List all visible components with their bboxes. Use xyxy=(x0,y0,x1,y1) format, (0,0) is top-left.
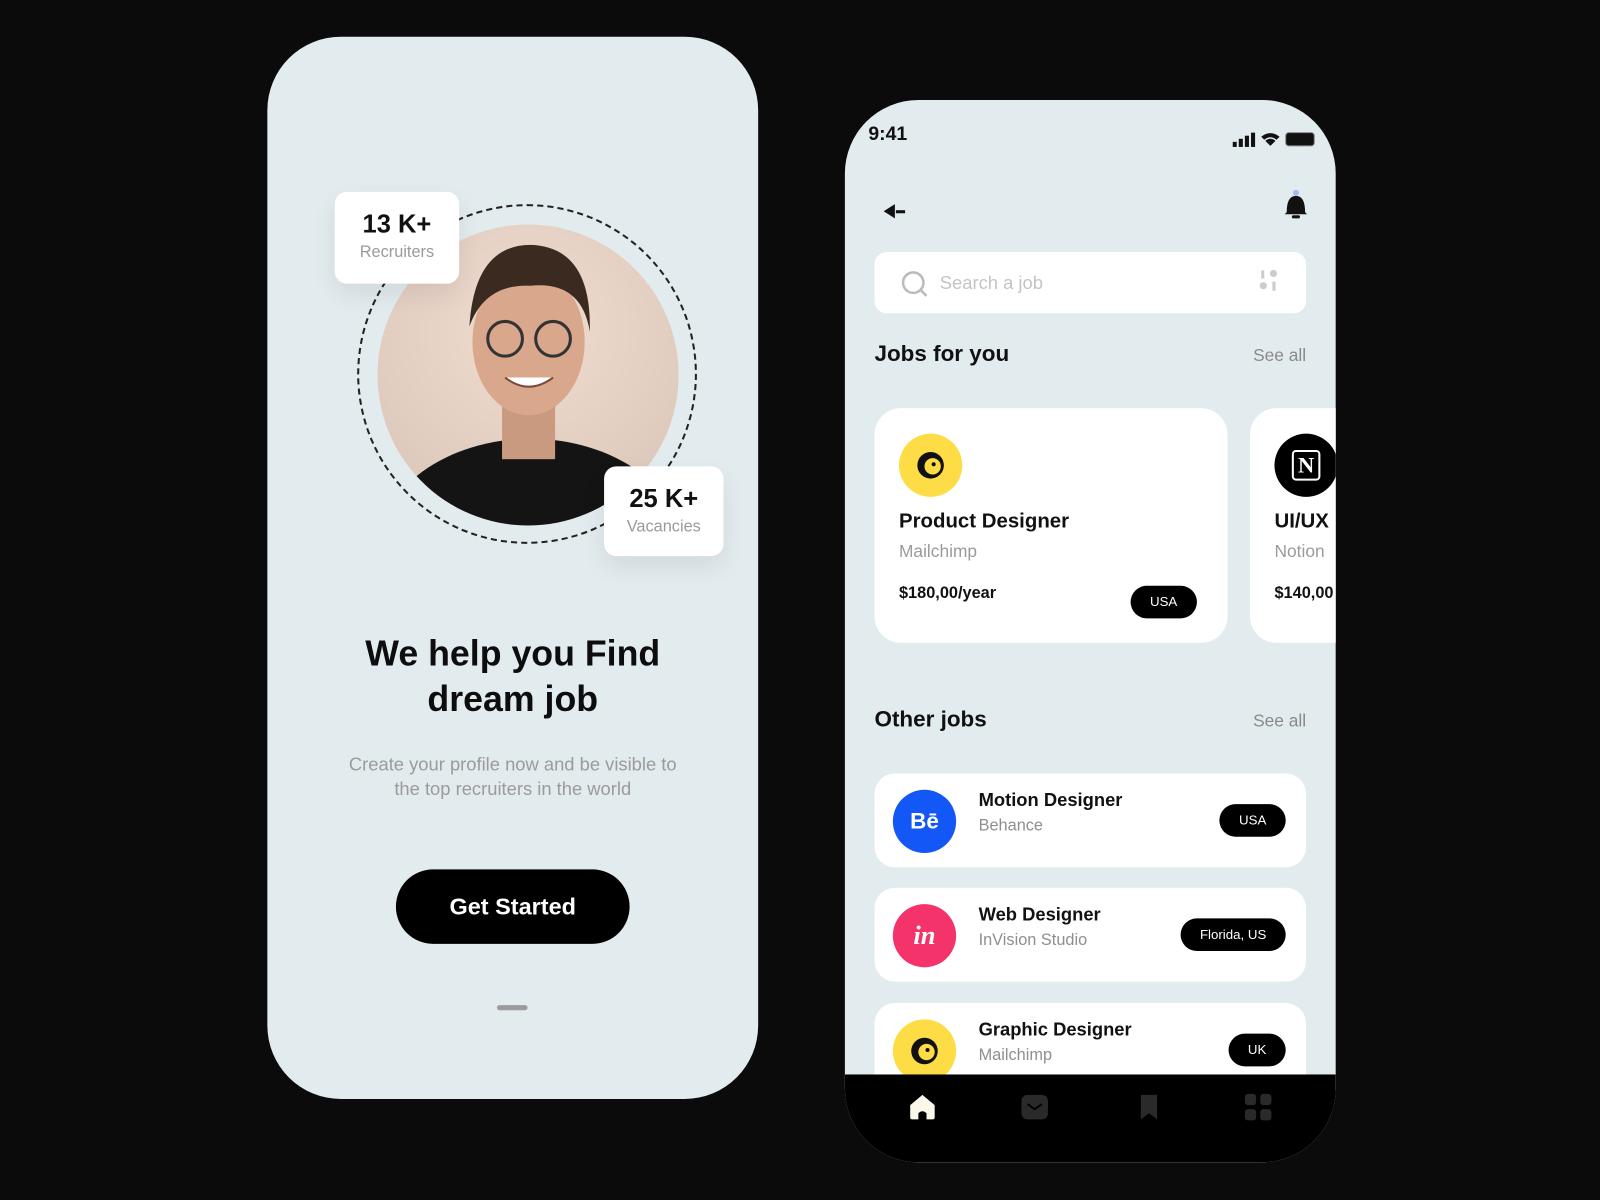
stat-value: 13 K+ xyxy=(362,210,432,239)
location-tag: USA xyxy=(1130,585,1197,619)
see-all-link[interactable]: See all xyxy=(1253,711,1306,731)
company-name: Mailchimp xyxy=(898,541,978,562)
home-icon[interactable] xyxy=(908,1093,937,1122)
job-list-item[interactable]: in Web Designer InVision Studio Florida,… xyxy=(874,887,1307,982)
notion-logo-icon: N xyxy=(1274,433,1336,497)
home-screen: 9:41 Jobs for you See all Product Design… xyxy=(844,99,1336,1163)
stat-value: 25 K+ xyxy=(629,484,699,514)
onboarding-screen: 13 K+ Recruiters 25 K+ Vacancies We help… xyxy=(267,36,759,1099)
job-card[interactable]: N UI/UX Notion $140,00 xyxy=(1249,408,1336,643)
filter-icon[interactable] xyxy=(1258,269,1280,293)
job-list-item[interactable]: Bē Motion Designer Behance USA xyxy=(874,773,1307,868)
subtitle: Create your profile now and be visible t… xyxy=(348,754,677,799)
behance-logo-icon: Bē xyxy=(892,789,957,854)
search-icon xyxy=(901,271,928,297)
section-title: Jobs for you xyxy=(874,340,1010,367)
company-name: InVision Studio xyxy=(978,931,1088,949)
recruiters-stat: 13 K+ Recruiters xyxy=(334,191,460,284)
stat-label: Recruiters xyxy=(359,243,435,262)
get-started-button[interactable]: Get Started xyxy=(395,869,630,944)
salary: $180,00/year xyxy=(898,584,997,603)
search-input[interactable] xyxy=(939,252,1246,314)
company-name: Notion xyxy=(1274,541,1325,562)
company-name: Mailchimp xyxy=(978,1046,1053,1065)
status-icons xyxy=(1232,132,1315,147)
job-title: Motion Designer xyxy=(978,789,1123,811)
section-title: Other jobs xyxy=(874,706,987,732)
stat-label: Vacancies xyxy=(626,518,701,536)
company-name: Behance xyxy=(978,817,1044,835)
back-icon[interactable] xyxy=(882,202,909,220)
job-title: Graphic Designer xyxy=(978,1019,1132,1040)
job-title: Web Designer xyxy=(978,904,1101,925)
see-all-link[interactable]: See all xyxy=(1253,346,1306,366)
job-title: Product Designer xyxy=(898,510,1070,533)
location-tag: UK xyxy=(1228,1033,1286,1067)
location-tag: USA xyxy=(1219,804,1286,837)
location-tag: Florida, US xyxy=(1180,918,1286,952)
bell-icon[interactable] xyxy=(1283,189,1310,223)
job-title: UI/UX xyxy=(1274,510,1329,533)
salary: $140,00 xyxy=(1274,584,1334,603)
status-time: 9:41 xyxy=(868,123,908,145)
mail-icon[interactable] xyxy=(1020,1093,1049,1122)
vacancies-stat: 25 K+ Vacancies xyxy=(604,466,724,557)
job-card[interactable]: Product Designer Mailchimp $180,00/year … xyxy=(874,408,1228,643)
bookmark-icon[interactable] xyxy=(1135,1093,1164,1122)
bottom-nav xyxy=(844,1074,1336,1163)
mailchimp-logo-icon xyxy=(898,433,963,497)
search-bar[interactable] xyxy=(874,252,1307,314)
headline: We help you Find dream job xyxy=(365,633,661,720)
invision-logo-icon: in xyxy=(892,904,957,968)
grid-icon[interactable] xyxy=(1244,1093,1273,1122)
mailchimp-logo-icon xyxy=(892,1019,957,1083)
home-indicator xyxy=(496,1005,528,1011)
